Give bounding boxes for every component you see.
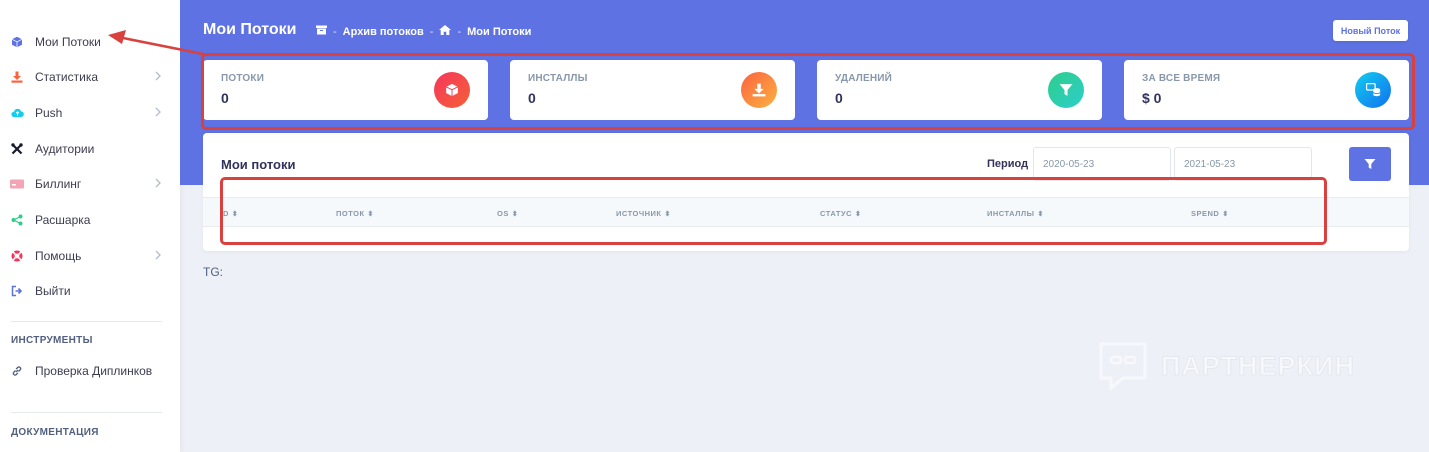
watermark-logo-icon xyxy=(1099,342,1147,392)
watermark: ПАРТНЕРКИН xyxy=(1097,340,1355,392)
watermark-text: ПАРТНЕРКИН xyxy=(1161,350,1355,381)
